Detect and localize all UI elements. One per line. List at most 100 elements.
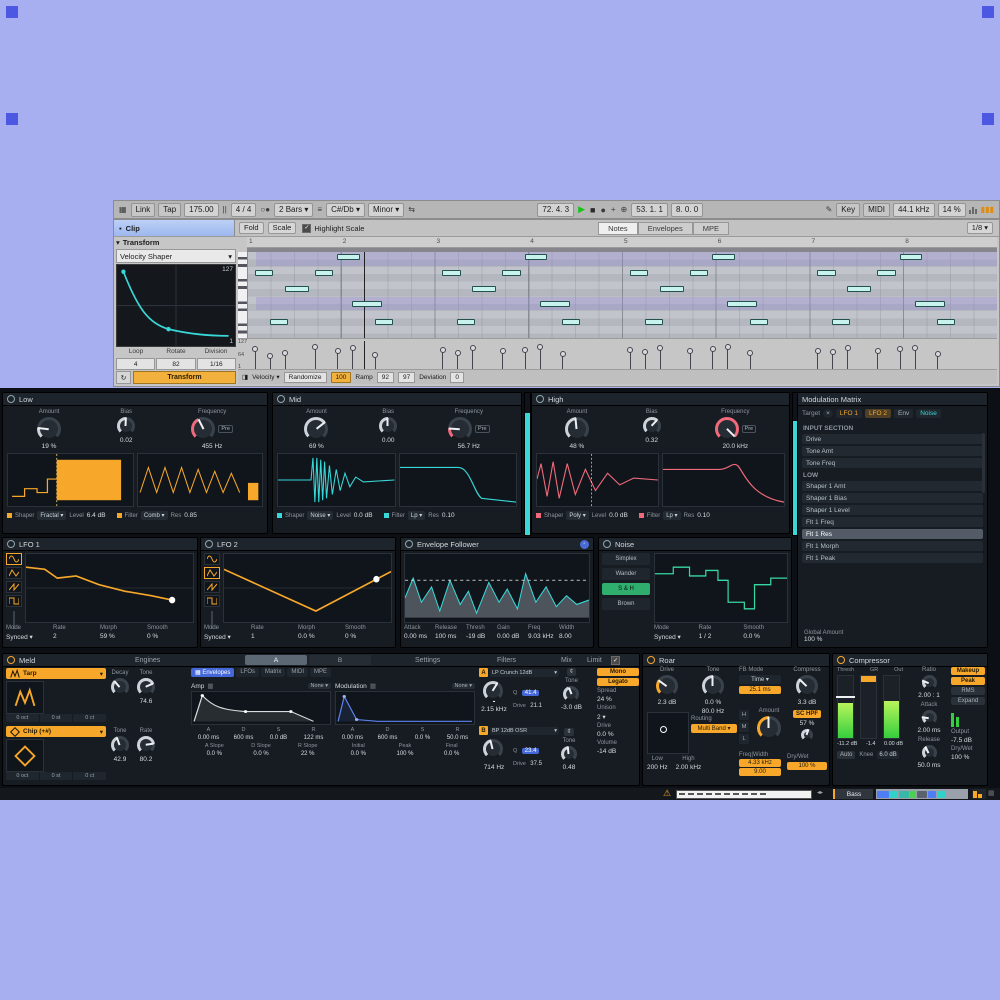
freq-value[interactable]: 4.33 kHz: [739, 759, 781, 767]
velocity-marker[interactable]: [642, 349, 648, 369]
midi-note[interactable]: [727, 301, 757, 308]
amount-knob[interactable]: [564, 417, 589, 441]
velocity-marker[interactable]: [657, 344, 663, 369]
noise-type-button[interactable]: Simplex: [602, 553, 650, 565]
velocity-marker[interactable]: [687, 347, 693, 369]
sc-hpf-value[interactable]: 57 %: [800, 720, 815, 727]
tone-knob[interactable]: [702, 675, 724, 697]
tab-mpe[interactable]: MPE: [692, 221, 729, 235]
velocity-marker[interactable]: [814, 347, 821, 369]
bias-value[interactable]: 0.02: [120, 437, 133, 444]
velocity-marker[interactable]: [312, 344, 318, 369]
matrix-source-chip[interactable]: Noise: [916, 409, 941, 418]
pre-button[interactable]: Pre: [741, 425, 757, 433]
sidechain-icon[interactable]: ◦: [580, 539, 589, 549]
macro-value[interactable]: 74.6: [140, 698, 153, 705]
drive-knob[interactable]: [656, 675, 678, 697]
scale-mode-icon[interactable]: ≡: [316, 205, 323, 214]
threshold-meter[interactable]: [836, 675, 855, 739]
spread-value[interactable]: 24 %: [597, 696, 639, 703]
record-button[interactable]: ●: [599, 205, 606, 215]
velocity-marker[interactable]: [454, 350, 461, 369]
bias-knob[interactable]: [642, 417, 661, 435]
smooth-value[interactable]: 0.0 %: [743, 633, 760, 640]
scale-button[interactable]: Scale: [267, 222, 297, 234]
midi-note[interactable]: [877, 270, 896, 277]
tone-value[interactable]: -3.0 dB: [561, 704, 582, 711]
time-signature-field[interactable]: 4 / 4: [230, 202, 257, 217]
tempo-field[interactable]: 175.00: [184, 202, 219, 217]
ratio-value[interactable]: 2.00 : 1: [918, 692, 940, 699]
band-select-m[interactable]: M: [739, 722, 749, 732]
unison-select[interactable]: 2 ▾: [597, 713, 639, 721]
tone-value[interactable]: 0.0 %: [705, 699, 722, 706]
bias-knob[interactable]: [379, 417, 398, 435]
adsr-value[interactable]: 600 ms: [370, 735, 405, 741]
slope-value[interactable]: 22 %: [284, 751, 331, 757]
matrix-target-row[interactable]: Tone Amt: [802, 446, 983, 456]
velocity-marker[interactable]: [934, 350, 941, 369]
filter-select[interactable]: Lp ▾: [407, 511, 426, 520]
output-value[interactable]: -7.5 dB: [951, 737, 985, 744]
midi-note[interactable]: [442, 270, 461, 277]
matrix-target-row[interactable]: Shaper 1 Level: [802, 505, 983, 515]
engine-tab-a[interactable]: A: [245, 655, 307, 665]
slope-value[interactable]: 0.0 %: [238, 751, 285, 757]
routing-select[interactable]: Multi Band ▾: [691, 724, 737, 733]
clip-title-bar[interactable]: ▪ Clip: [114, 220, 235, 236]
decay-knob[interactable]: [111, 678, 129, 696]
adsr-value[interactable]: 0.0 dB: [261, 735, 296, 741]
lane-chooser-icon[interactable]: ◨: [242, 373, 248, 381]
midi-note[interactable]: [314, 270, 334, 277]
compress-value[interactable]: 3.3 dB: [798, 699, 817, 706]
auto-release-button[interactable]: Auto: [837, 751, 856, 759]
matrix-target-row[interactable]: Flt 1 Morph: [802, 541, 983, 551]
tuning-value[interactable]: 0 st: [39, 772, 73, 780]
tone-freq-value[interactable]: 80.0 Hz: [702, 708, 724, 715]
key-map-button[interactable]: Key: [836, 202, 861, 217]
velocity-marker[interactable]: [897, 346, 903, 369]
param-value[interactable]: 8.00: [559, 633, 572, 640]
bias-value[interactable]: 0.00: [382, 437, 395, 444]
drive-value[interactable]: 21.1: [530, 703, 542, 709]
drive-value[interactable]: 0.0 %: [597, 731, 639, 738]
transform-apply-button[interactable]: Transform: [133, 371, 236, 384]
tab-notes[interactable]: Notes: [598, 221, 638, 235]
sc-hpf-knob[interactable]: [801, 729, 813, 741]
velocity-shaper-display[interactable]: 127 1: [116, 264, 236, 347]
band-select-l[interactable]: L: [739, 734, 749, 744]
attack-value[interactable]: 2.00 ms: [917, 727, 940, 734]
velocity-marker[interactable]: [874, 348, 881, 369]
makeup-button[interactable]: Makeup: [951, 667, 985, 675]
piano-keys[interactable]: [238, 252, 247, 338]
amp-mod-select[interactable]: None ▾: [307, 683, 331, 689]
slope-value[interactable]: 100 %: [382, 751, 429, 757]
amp-envelope-display[interactable]: [191, 691, 331, 725]
midi-note[interactable]: [374, 319, 393, 326]
param-value[interactable]: 0.00 dB: [497, 633, 519, 640]
level-value[interactable]: 6.4 dB: [87, 512, 106, 519]
overdub-button[interactable]: +: [610, 205, 617, 214]
velocity-marker[interactable]: [439, 347, 446, 369]
high-value[interactable]: 2.00 kHz: [676, 764, 702, 771]
morph-value[interactable]: 0.0 %: [298, 633, 315, 640]
adsr-value[interactable]: 50.0 ms: [440, 735, 475, 741]
tuning-value[interactable]: 0 oct: [6, 772, 39, 780]
midi-note[interactable]: [472, 285, 496, 292]
division-value[interactable]: 1/16: [196, 358, 236, 370]
velocity-marker[interactable]: [709, 345, 716, 369]
midi-note[interactable]: [689, 270, 709, 277]
settings-tab[interactable]: Settings: [415, 657, 440, 664]
matrix-target-row[interactable]: Flt 1 Peak: [802, 553, 983, 563]
filter-slot-button[interactable]: B: [479, 726, 488, 735]
ratio-knob[interactable]: [921, 675, 937, 690]
engine-a-preset-select[interactable]: Tarp ▾: [6, 668, 106, 679]
note-grid[interactable]: [247, 252, 997, 338]
peak-button[interactable]: Peak: [951, 677, 985, 685]
mode-select[interactable]: Synced ▾: [654, 633, 681, 641]
power-icon[interactable]: [7, 540, 15, 548]
amount-knob[interactable]: [304, 417, 329, 441]
velocity-marker[interactable]: [559, 351, 566, 369]
filter-select[interactable]: Lp ▾: [663, 511, 681, 520]
midi-note[interactable]: [712, 253, 735, 260]
